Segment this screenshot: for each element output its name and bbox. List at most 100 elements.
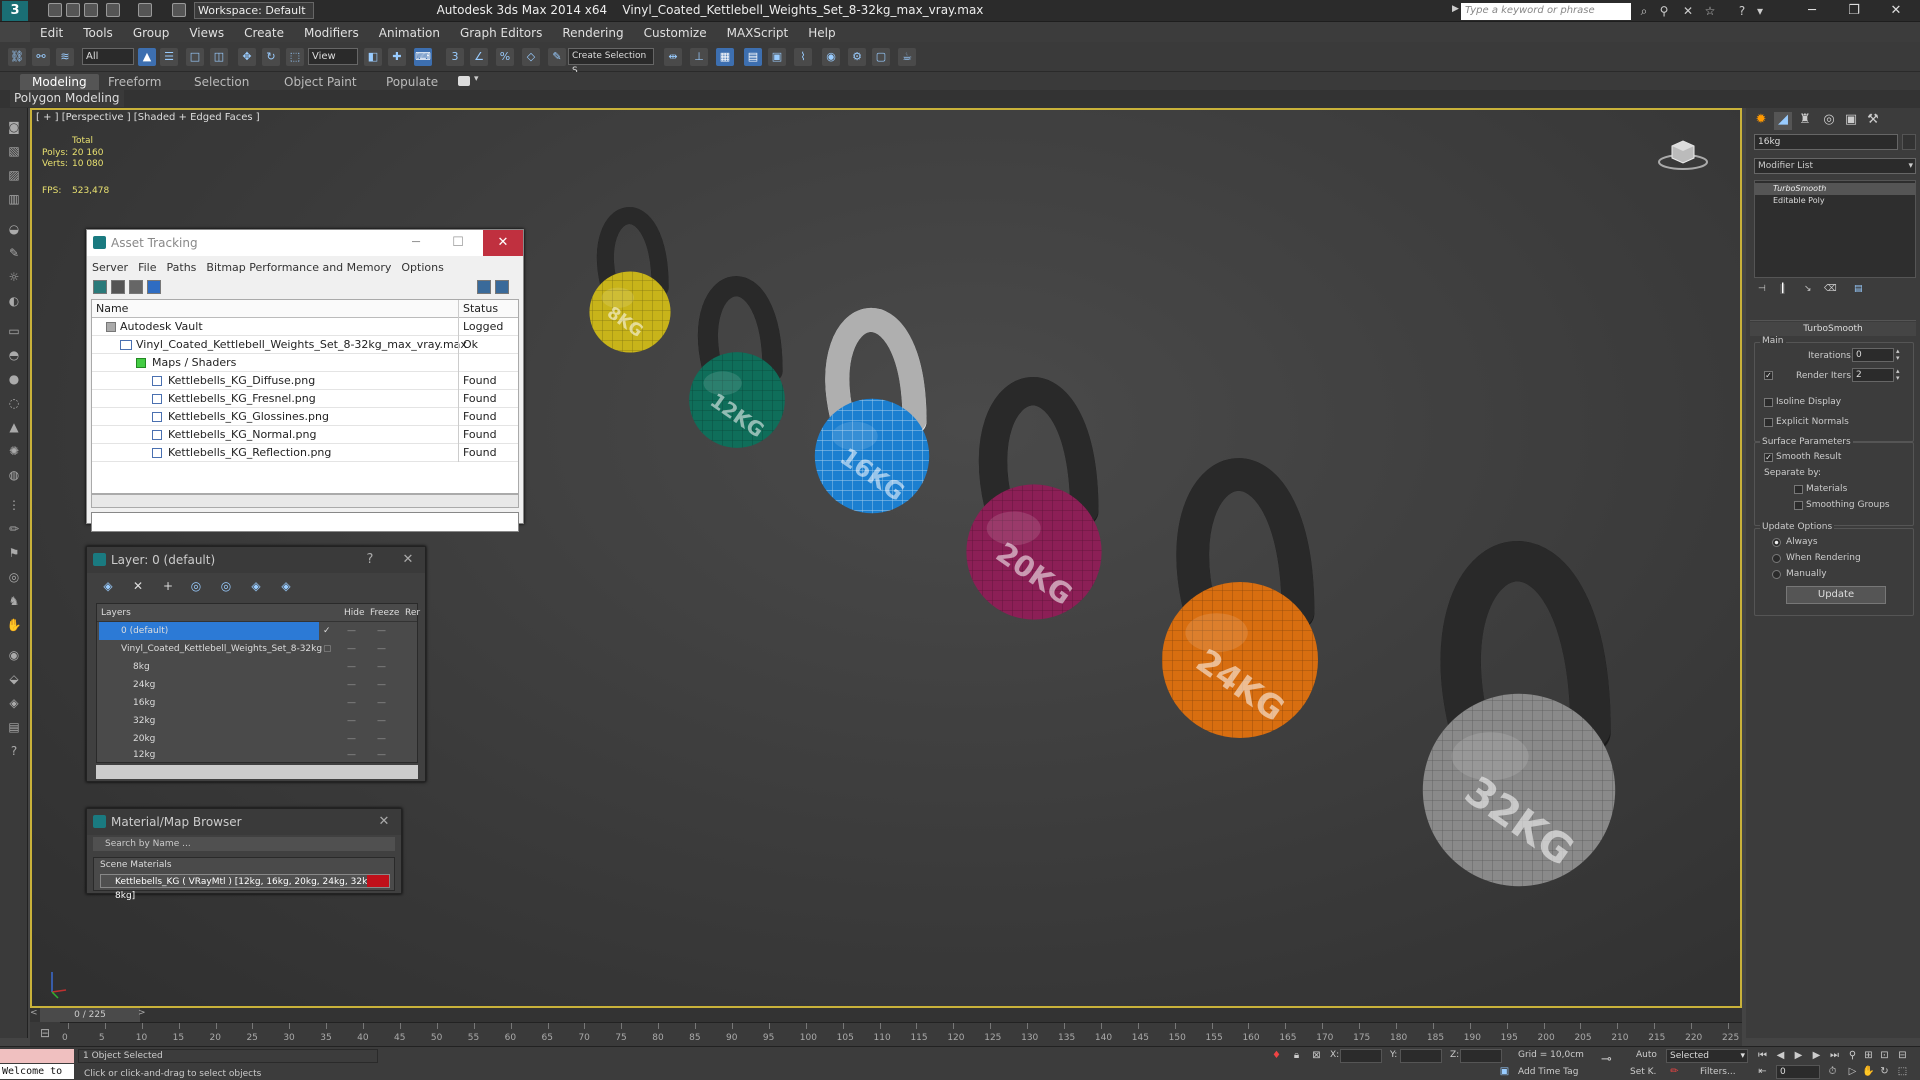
- object-name-field[interactable]: 16kg: [1754, 134, 1898, 150]
- key-icon[interactable]: ⊸: [1600, 1053, 1613, 1066]
- menu-customize[interactable]: Customize: [634, 23, 717, 43]
- freeze-toggle[interactable]: —: [377, 676, 386, 694]
- sphere-tool-icon[interactable]: ◉: [5, 646, 23, 664]
- list-item[interactable]: 24kg — —: [97, 676, 417, 694]
- explicit-normals-checkbox[interactable]: [1764, 418, 1773, 427]
- menu-edit[interactable]: Edit: [30, 23, 73, 43]
- ribbon-options-icon[interactable]: [458, 76, 470, 86]
- help-dropdown-icon[interactable]: ▾: [1752, 3, 1768, 19]
- active-check-icon[interactable]: ✓: [323, 622, 331, 640]
- favorites-star-icon[interactable]: ☆: [1702, 3, 1718, 19]
- scene-explorer-icon[interactable]: ▦: [716, 48, 734, 66]
- cylinder-primitive-icon[interactable]: ◓: [5, 346, 23, 364]
- close-icon[interactable]: ✕: [369, 809, 399, 835]
- menu-bitmap-performance[interactable]: Bitmap Performance and Memory: [201, 258, 396, 278]
- viewport-tool-icon[interactable]: ◙: [5, 118, 23, 136]
- z-coord-field[interactable]: [1460, 1049, 1502, 1063]
- paint-tool-icon[interactable]: ✎: [5, 244, 23, 262]
- x-coord-field[interactable]: [1340, 1049, 1382, 1063]
- list-item[interactable]: 12kg — —: [97, 746, 417, 764]
- freeze-toggle[interactable]: —: [377, 658, 386, 676]
- scene-materials-header[interactable]: Scene Materials: [94, 858, 394, 872]
- play-icon[interactable]: ▶: [1792, 1049, 1805, 1062]
- named-selection-set-dropdown[interactable]: Create Selection S: [568, 48, 654, 76]
- select-in-layer-icon[interactable]: ◎: [189, 579, 203, 593]
- render-setup-icon[interactable]: ⚙: [848, 48, 866, 66]
- column-status[interactable]: Status: [458, 300, 520, 318]
- tab-selection[interactable]: Selection: [182, 74, 261, 90]
- percent-snap-icon[interactable]: %: [496, 48, 514, 66]
- minimize-icon[interactable]: ─: [401, 230, 431, 256]
- material-browser-titlebar[interactable]: Material/Map Browser ✕: [87, 809, 401, 835]
- maximize-viewport-icon[interactable]: ⬚: [1896, 1065, 1909, 1078]
- maxscript-listener-mini[interactable]: [0, 1049, 74, 1063]
- pin-stack-icon[interactable]: ⊣: [1758, 284, 1766, 294]
- cone-primitive-icon[interactable]: ▲: [5, 418, 23, 436]
- make-unique-icon[interactable]: ↘: [1804, 284, 1812, 294]
- tab-populate[interactable]: Populate: [374, 74, 450, 90]
- refresh-icon[interactable]: [93, 280, 107, 294]
- select-tool-icon[interactable]: ◒: [5, 220, 23, 238]
- asset-horizontal-scrollbar[interactable]: [91, 494, 519, 508]
- select-manipulate-icon[interactable]: ✚: [388, 48, 406, 66]
- manually-radio[interactable]: [1772, 570, 1781, 579]
- kettlebell-16kg[interactable]: 16KG: [814, 308, 930, 514]
- render-production-icon[interactable]: ☕: [898, 48, 916, 66]
- helper-tool-icon[interactable]: ⚑: [5, 544, 23, 562]
- key-mode-icon[interactable]: ⇤: [1756, 1065, 1769, 1078]
- kettlebell-8kg[interactable]: 8KG: [589, 207, 671, 353]
- next-frame-icon[interactable]: ▶: [1810, 1049, 1823, 1062]
- search-icon[interactable]: ⚲: [1656, 3, 1672, 19]
- menu-file[interactable]: File: [133, 258, 161, 278]
- render-iters-input[interactable]: 2: [1852, 368, 1894, 382]
- set-key-filter-icon[interactable]: ✏: [1668, 1065, 1681, 1078]
- camera-tool-icon[interactable]: ◐: [5, 292, 23, 310]
- ribbon-dropdown-icon[interactable]: ▾: [474, 74, 479, 84]
- kettlebell-12kg[interactable]: 12KG: [689, 276, 785, 448]
- object-color-swatch[interactable]: [1902, 134, 1916, 150]
- help-context-icon[interactable]: [495, 280, 509, 294]
- minimize-icon[interactable]: ─: [1792, 1, 1832, 21]
- mirror-icon[interactable]: ⇹: [664, 48, 682, 66]
- time-prev-icon[interactable]: <: [30, 1008, 40, 1022]
- create-geometry-icon[interactable]: ▧: [5, 142, 23, 160]
- render-iters-spinner[interactable]: ▴ ▾: [1896, 368, 1904, 382]
- hide-toggle[interactable]: —: [347, 694, 356, 712]
- hide-toggle[interactable]: —: [347, 746, 356, 764]
- link-icon[interactable]: ⛓: [8, 48, 26, 66]
- script-tool-icon[interactable]: ▤: [5, 718, 23, 736]
- help-button[interactable]: ?: [355, 547, 385, 573]
- asset-path-field[interactable]: [91, 512, 519, 532]
- asset-tracking-titlebar[interactable]: Asset Tracking ─ ☐ ✕: [87, 230, 523, 256]
- angle-snap-icon[interactable]: ∠: [470, 48, 488, 66]
- menu-group[interactable]: Group: [123, 23, 180, 43]
- pivot-center-icon[interactable]: ◧: [364, 48, 382, 66]
- freeze-toggle[interactable]: —: [377, 694, 386, 712]
- motion-tab-icon[interactable]: ◎: [1820, 112, 1838, 130]
- list-item[interactable]: 16kg — —: [97, 694, 417, 712]
- time-slider-track[interactable]: [30, 1008, 1742, 1022]
- auto-key-button[interactable]: Auto: [1636, 1050, 1657, 1060]
- paint-brush-icon[interactable]: ✏: [5, 520, 23, 538]
- table-row[interactable]: Kettlebells_KG_Reflection.png Found: [92, 444, 518, 462]
- render-tool-icon[interactable]: ◈: [5, 694, 23, 712]
- utilities-tab-icon[interactable]: ⚒: [1864, 112, 1882, 130]
- list-item[interactable]: Vinyl_Coated_Kettlebell_Weights_Set_8-32…: [97, 640, 417, 658]
- menu-views[interactable]: Views: [179, 23, 234, 43]
- selection-lock-icon[interactable]: 🔒︎: [1290, 1049, 1303, 1062]
- hide-toggle[interactable]: —: [347, 622, 356, 640]
- menu-help[interactable]: Help: [798, 23, 845, 43]
- table-view-icon[interactable]: [147, 280, 161, 294]
- menu-options[interactable]: Options: [396, 258, 448, 278]
- hierarchy-tab-icon[interactable]: ♜: [1796, 112, 1814, 130]
- remove-modifier-icon[interactable]: ⌫: [1824, 284, 1837, 294]
- column-render[interactable]: Rer: [405, 604, 420, 622]
- zoom-extents-all-icon[interactable]: ⊟: [1896, 1049, 1909, 1062]
- light-tool-icon[interactable]: ☼: [5, 268, 23, 286]
- smoothing-groups-checkbox[interactable]: [1794, 501, 1803, 510]
- table-row[interactable]: Maps / Shaders: [92, 354, 518, 372]
- rect-selection-icon[interactable]: □: [186, 48, 204, 66]
- zoom-all-icon[interactable]: ⊞: [1862, 1049, 1875, 1062]
- modifier-list-dropdown[interactable]: Modifier List ▾: [1754, 158, 1916, 174]
- layer-manager-titlebar[interactable]: Layer: 0 (default) ? ✕: [87, 547, 425, 573]
